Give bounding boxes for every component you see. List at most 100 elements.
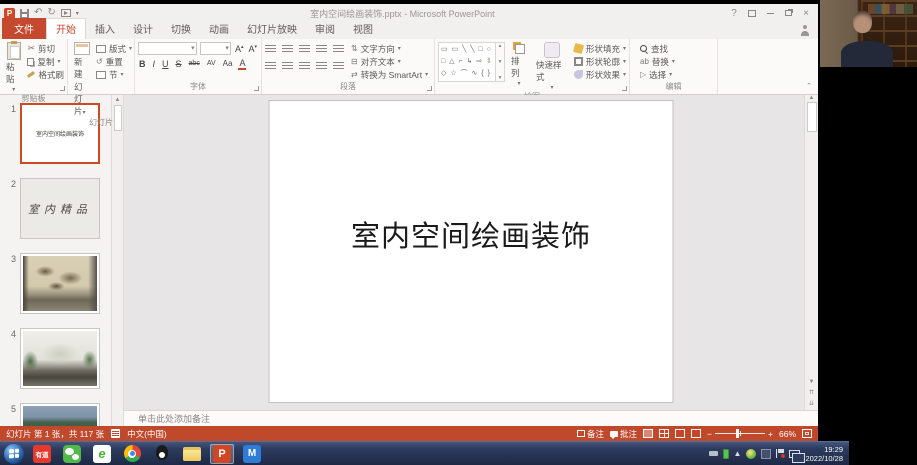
columns-icon[interactable] <box>333 62 344 71</box>
thumbnail-slide-2[interactable]: 2 室内精品 <box>6 178 111 239</box>
clear-formatting-button[interactable]: abc <box>188 60 201 67</box>
select-button[interactable]: ▷选择▾ <box>640 68 714 81</box>
bullets-icon[interactable] <box>265 45 276 54</box>
layout-button[interactable]: 版式▾ <box>96 42 132 55</box>
grow-font-button[interactable]: A▴ <box>234 44 245 54</box>
save-icon[interactable] <box>20 9 29 18</box>
next-slide-icon[interactable]: ⇊ <box>809 400 814 407</box>
shape-effects-button[interactable]: 形状效果▾ <box>574 68 626 81</box>
taskbar-qq[interactable] <box>150 444 174 464</box>
taskbar-360-browser[interactable]: e <box>90 444 114 464</box>
thumbnail-slide-4[interactable]: 4 <box>6 328 111 389</box>
scroll-up-icon[interactable]: ▲ <box>809 95 815 101</box>
paste-button[interactable]: 粘贴 ▾ <box>3 42 24 93</box>
decrease-indent-icon[interactable] <box>299 45 310 54</box>
align-text-button[interactable]: ⊟对齐文本▾ <box>351 55 428 68</box>
format-painter-button[interactable]: 格式刷 <box>27 68 64 81</box>
zoom-slider-thumb[interactable] <box>736 429 739 438</box>
numbering-icon[interactable] <box>282 45 293 54</box>
tab-transitions[interactable]: 切换 <box>162 19 200 39</box>
redo-icon[interactable]: ↻ <box>47 8 55 18</box>
taskbar-youdao[interactable]: 有道 <box>30 444 54 464</box>
slide[interactable]: 室内空间绘画装饰 <box>269 100 674 403</box>
360-safety-icon[interactable] <box>746 449 756 459</box>
increase-indent-icon[interactable] <box>316 45 327 54</box>
tab-review[interactable]: 审阅 <box>306 19 344 39</box>
new-slide-button[interactable]: 新建 幻灯片▾ <box>71 42 93 117</box>
notes-toggle-button[interactable]: 备注 <box>577 428 604 440</box>
usb-device-icon[interactable] <box>709 451 718 456</box>
paragraph-dialog-launcher[interactable] <box>427 86 432 91</box>
tab-view[interactable]: 视图 <box>344 19 382 39</box>
slideshow-view-button[interactable] <box>691 429 701 438</box>
minimize-button[interactable] <box>762 7 778 20</box>
taskbar-file-explorer[interactable] <box>180 444 204 464</box>
align-center-icon[interactable] <box>282 62 293 71</box>
tab-file[interactable]: 文件 <box>2 18 46 39</box>
align-left-icon[interactable] <box>265 62 276 71</box>
character-spacing-button[interactable]: AV <box>206 60 217 67</box>
clipboard-dialog-launcher[interactable] <box>60 86 65 91</box>
line-spacing-icon[interactable] <box>333 45 344 54</box>
zoom-slider[interactable]: − + <box>707 429 773 439</box>
tab-slideshow[interactable]: 幻灯片放映 <box>238 19 306 39</box>
shape-outline-button[interactable]: 形状轮廓▾ <box>574 55 626 68</box>
previous-slide-icon[interactable]: ⇈ <box>809 389 814 396</box>
shapes-gallery[interactable]: ▭ ▭ ╲ ╲ □ ○ □ △ ⌐ ↳ ⇨ ⇩ ◇ ☆ ⌒ ∿ { } <box>438 42 496 82</box>
section-button[interactable]: 节▾ <box>96 68 132 81</box>
tab-animations[interactable]: 动画 <box>200 19 238 39</box>
taskbar-blue-app[interactable]: M <box>240 444 264 464</box>
tab-design[interactable]: 设计 <box>124 19 162 39</box>
replace-button[interactable]: ab替换▾ <box>640 55 714 68</box>
slide-title[interactable]: 室内空间绘画装饰 <box>270 213 673 255</box>
vertical-scrollbar[interactable]: ▲ ▼ ⇈ ⇊ <box>804 95 818 410</box>
close-button[interactable]: × <box>798 7 814 20</box>
thumbnail-slide-3[interactable]: 3 <box>6 253 111 314</box>
taskbar-chrome[interactable] <box>120 444 144 464</box>
find-button[interactable]: 查找 <box>640 42 714 55</box>
reset-button[interactable]: ↺重置 <box>96 55 132 68</box>
underline-button[interactable]: U <box>161 59 170 69</box>
reading-view-button[interactable] <box>675 429 685 438</box>
collapse-ribbon-icon[interactable]: ⌃ <box>806 82 812 90</box>
shape-fill-button[interactable]: 形状填充▾ <box>574 42 626 55</box>
comments-toggle-button[interactable]: 批注 <box>610 428 637 440</box>
taskbar-wechat[interactable] <box>60 444 84 464</box>
font-color-button[interactable]: A <box>238 58 246 70</box>
font-name-combobox[interactable] <box>138 42 197 55</box>
thumbnail-slide-5[interactable]: 5 <box>6 403 111 426</box>
sign-in-icon[interactable] <box>800 25 810 36</box>
tab-home[interactable]: 开始 <box>46 18 86 39</box>
cut-button[interactable]: ✂剪切 <box>27 42 64 55</box>
tab-insert[interactable]: 插入 <box>86 19 124 39</box>
display-settings-icon[interactable] <box>789 450 800 458</box>
convert-smartart-button[interactable]: ⇄转换为 SmartArt▾ <box>351 68 428 81</box>
zoom-out-icon[interactable]: − <box>707 429 712 439</box>
action-center-flag-icon[interactable] <box>776 449 784 458</box>
slide-sorter-view-button[interactable] <box>659 429 669 438</box>
shapes-gallery-scroll[interactable]: ▲▼▼ <box>496 42 505 82</box>
thumbnail-scrollbar[interactable]: ▲ <box>112 95 124 426</box>
undo-icon[interactable]: ↶ <box>34 8 42 18</box>
scroll-thumb[interactable] <box>807 102 817 132</box>
font-dialog-launcher[interactable] <box>254 86 259 91</box>
normal-view-button[interactable] <box>643 429 653 438</box>
zoom-percentage[interactable]: 66% <box>779 429 796 439</box>
language-indicator[interactable]: 中文(中国) <box>127 428 167 440</box>
notes-pane[interactable]: 单击此处添加备注 <box>124 410 818 426</box>
strikethrough-button[interactable]: S <box>175 59 183 69</box>
restore-button[interactable] <box>780 7 796 20</box>
copy-button[interactable]: 复制▾ <box>27 55 64 68</box>
fit-slide-to-window-icon[interactable] <box>802 429 812 438</box>
powerpoint-app-icon[interactable]: P <box>4 8 15 19</box>
battery-icon[interactable] <box>723 449 729 459</box>
bold-button[interactable]: B <box>138 59 147 69</box>
start-button[interactable] <box>4 444 24 464</box>
drawing-dialog-launcher[interactable] <box>622 86 627 91</box>
italic-button[interactable]: I <box>152 59 157 69</box>
change-case-button[interactable]: Aa <box>222 59 234 68</box>
align-right-icon[interactable] <box>299 62 310 71</box>
scroll-down-icon[interactable]: ▼ <box>809 379 815 385</box>
font-size-combobox[interactable] <box>200 42 231 55</box>
text-direction-button[interactable]: ⇅文字方向▾ <box>351 42 428 55</box>
